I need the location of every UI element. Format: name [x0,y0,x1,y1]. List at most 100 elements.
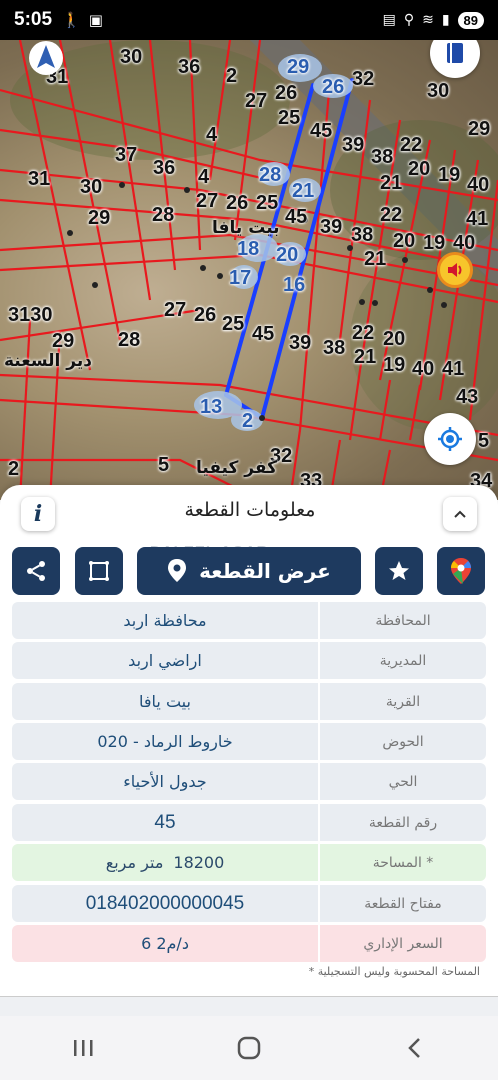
sheet-title: معلومات القطعة [184,499,316,521]
governorate-label: المحافظة [320,602,486,639]
parcel-number: 41 [466,208,489,230]
parcel-number: 40 [467,174,490,196]
village-label: كفر كيفيا [196,458,277,478]
parcel-number: 27 [164,299,187,321]
parcel-number: 20 [276,244,299,266]
parcel-info-sheet: i معلومات القطعة DALEEL AQAR عرض القطعة … [0,485,498,1015]
parcel-number: 45 [310,120,333,142]
parcel-number: 25 [222,313,245,335]
parcel-number: 20 [408,158,431,180]
share-button[interactable] [12,547,60,595]
parcel-number: 22 [400,134,423,156]
parcel-number: 2 [8,458,20,480]
battery-indicator: 89 [457,11,484,29]
parcel-number: 4 [206,124,218,146]
parcel-number: 38 [371,146,394,168]
parcel-number: 4 [198,166,210,188]
system-nav-bar [0,1016,498,1080]
parcel-number: 31 [28,168,51,190]
parcel-number: 39 [342,134,365,156]
home-button[interactable] [219,1028,279,1068]
parcel-key-label: مفتاح القطعة [320,885,486,922]
area-number: 18200 [173,853,225,872]
my-location-icon[interactable] [424,413,476,465]
chevron-up-icon[interactable] [443,497,477,531]
clock: 5:05 [14,9,53,30]
parcel-number: 40 [412,358,435,380]
parcel-key-value[interactable]: 018402000000045 [12,885,318,922]
row-governorate: محافظة اربد المحافظة [12,602,486,639]
google-maps-button[interactable] [437,547,485,595]
draw-area-button[interactable] [75,547,123,595]
navigation-arrow-icon[interactable] [28,40,64,76]
recent-apps-button[interactable] [53,1028,113,1068]
parcel-number: 27 [245,90,268,112]
parcel-number: 38 [323,337,346,359]
parcel-number: 16 [283,274,306,296]
parcel-number: 32 [352,68,375,90]
parcel-number: 19 [438,164,461,186]
parcel-number: 45 [252,323,275,345]
home-icon [237,1036,261,1060]
row-parcel-key: 018402000000045 مفتاح القطعة [12,885,486,922]
directorate-label: المديرية [320,642,486,679]
recents-icon [74,1040,93,1056]
parcel-number: 38 [351,224,374,246]
parcel-number: 29 [52,330,75,352]
row-basin: خاروط الرماد - 020 الحوض [12,723,486,760]
share-icon [27,561,45,581]
parcel-number: 37 [115,144,138,166]
back-button[interactable] [385,1028,445,1068]
signal-icon: ▮ [441,12,450,28]
parcel-number: 26 [226,192,249,214]
cast-icon: ▤ [382,12,396,28]
parcel-number: 36 [153,157,176,179]
row-admin-price: 6 د/م2 السعر الإداري [12,925,486,962]
parcel-number: 21 [364,248,387,270]
status-bar: 5:05 🚶 ▣ ▤ ⚲ ≋ ▮ 89 [0,0,498,40]
show-parcel-button[interactable]: عرض القطعة [137,547,361,595]
parcel-number: 17 [229,267,252,289]
parcel-number: 29 [287,56,310,78]
neighborhood-label: الحي [320,763,486,800]
parcel-number: 25 [278,107,301,129]
status-left-icons: 🚶 ▣ [62,11,103,29]
parcel-number: 18 [237,238,260,260]
show-parcel-label: عرض القطعة [199,559,331,583]
back-icon [408,1038,420,1058]
location-icon: ⚲ [403,12,415,28]
basin-label: الحوض [320,723,486,760]
parcel-number: 22 [380,204,403,226]
area-value: متر مربع 18200 [12,844,318,881]
parcel-number: 28 [152,204,175,226]
map-view[interactable]: 30 36 2 31 29 26 32 30 27 26 25 29 4 45 … [0,40,498,500]
village-label: بيت يافا [212,218,280,238]
neighborhood-value: جدول الأحياء [12,763,318,800]
screenshot-icon: ▣ [88,11,103,29]
parcel-number: 30 [427,80,450,102]
walking-icon: 🚶 [62,11,81,29]
parcel-number: 43 [456,386,479,408]
parcel-number: 2 [242,410,254,432]
sound-icon[interactable] [437,252,473,288]
wifi-icon: ≋ [422,12,434,28]
parcel-number: 19 [423,232,446,254]
favorite-button[interactable] [375,547,423,595]
village-value: بيت يافا [12,683,318,720]
row-neighborhood: جدول الأحياء الحي [12,763,486,800]
parcel-number: 26 [275,82,298,104]
row-village: بيت يافا القرية [12,683,486,720]
info-icon[interactable]: i [21,497,55,531]
parcel-number: 26 [194,304,217,326]
parcel-number: 39 [320,216,343,238]
parcel-number: 25 [256,192,279,214]
parcel-number: 30 [120,46,143,68]
square-outline-icon [89,561,109,581]
row-directorate: اراضي اربد المديرية [12,642,486,679]
status-right-icons: ▤ ⚲ ≋ ▮ 89 [382,11,484,29]
admin-price-value: 6 د/م2 [12,925,318,962]
parcel-number-value: 45 [12,804,318,841]
parcel-number: 26 [322,76,345,98]
parcel-number: 5 [158,454,170,476]
parcel-number: 20 [383,328,406,350]
